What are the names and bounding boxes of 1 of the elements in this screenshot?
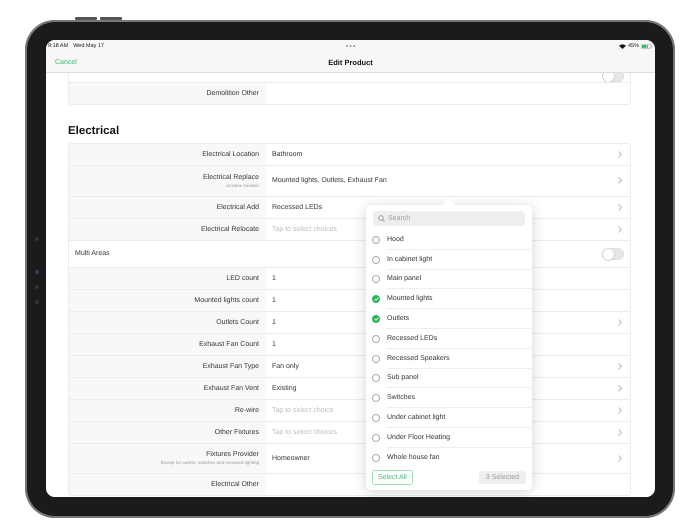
section-title: Electrical: [68, 125, 120, 137]
